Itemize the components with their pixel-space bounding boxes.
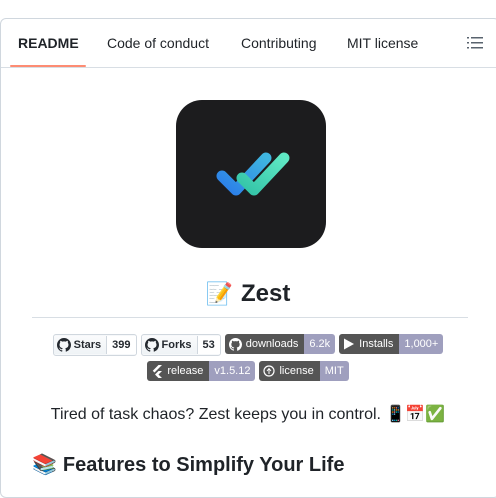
title-divider (32, 317, 468, 318)
badge-row-1: Stars 399 Forks 53 downloads 6.2k Instal… (0, 334, 496, 356)
features-heading: 📚 Features to Simplify Your Life (32, 452, 344, 478)
readme-title: 📝 Zest (0, 278, 496, 310)
memo-icon: 📝 (205, 281, 234, 306)
license-badge[interactable]: license MIT (259, 361, 349, 381)
readme-tab-bar: README Code of conduct Contributing MIT … (1, 19, 496, 68)
flutter-icon (153, 364, 163, 378)
outline-list-icon[interactable] (464, 33, 486, 53)
tab-mit-license[interactable]: MIT license (347, 19, 418, 67)
double-check-icon (216, 152, 290, 196)
readme-panel: README Code of conduct Contributing MIT … (0, 18, 496, 498)
tab-readme[interactable]: README (18, 19, 79, 67)
features-heading-text: Features to Simplify Your Life (62, 454, 345, 476)
zest-app-logo (176, 100, 326, 248)
github-icon (144, 338, 159, 352)
github-stars-badge[interactable]: Stars 399 (52, 334, 137, 356)
release-badge[interactable]: release v1.5.12 (147, 361, 256, 381)
books-icon: 📚 (32, 454, 57, 476)
tab-code-of-conduct[interactable]: Code of conduct (107, 19, 209, 67)
law-icon (263, 365, 276, 377)
active-tab-indicator (10, 65, 86, 67)
badge-row-2: release v1.5.12 license MIT (0, 361, 496, 381)
github-icon (228, 337, 242, 351)
installs-badge[interactable]: Installs 1,000+ (339, 334, 444, 354)
readme-tagline: Tired of task chaos? Zest keeps you in c… (50, 406, 446, 423)
github-icon (56, 338, 71, 352)
github-forks-badge[interactable]: Forks 53 (140, 334, 221, 356)
play-store-icon (344, 338, 355, 350)
tab-contributing[interactable]: Contributing (241, 19, 317, 67)
readme-title-text: Zest (241, 280, 291, 307)
downloads-badge[interactable]: downloads 6.2k (224, 334, 336, 354)
